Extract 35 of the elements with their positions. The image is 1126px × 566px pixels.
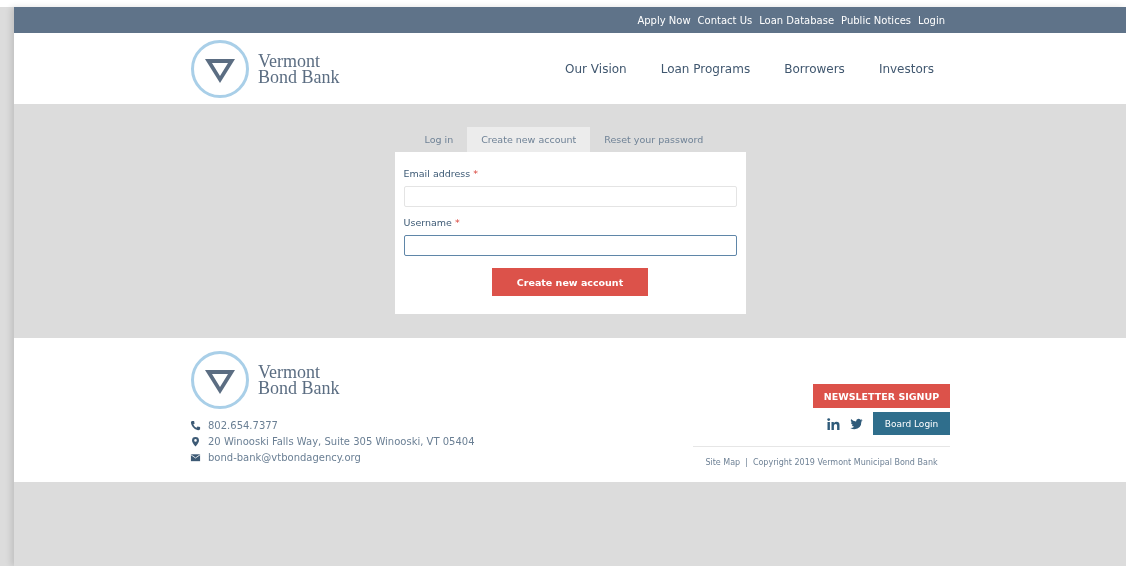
field-label: Email address	[403, 168, 471, 179]
nav-link[interactable]: Borrowers	[784, 61, 845, 76]
copyright-text: Copyright 2019 Vermont Municipal Bond Bank	[752, 458, 938, 467]
input-field[interactable]	[403, 235, 737, 256]
top-link[interactable]: Login	[918, 14, 945, 26]
contact-text: 802.654.7377	[208, 420, 278, 431]
newsletter-button[interactable]: NEWSLETTER SIGNUP	[813, 384, 950, 408]
top-link[interactable]: Apply Now	[637, 14, 691, 26]
required-mark: *	[473, 168, 478, 179]
logo-text: Vermont Bond Bank	[258, 52, 341, 85]
submit-button[interactable]: Create new account	[492, 268, 648, 296]
board-login-button[interactable]: Board Login	[873, 412, 950, 435]
logo-text: Vermont Bond Bank	[258, 364, 341, 396]
bird-icon[interactable]	[850, 417, 863, 430]
phone-icon	[190, 420, 201, 431]
nav-link[interactable]: Investors	[878, 61, 934, 76]
contact-text: bond-bank@vtbondagency.org	[208, 452, 361, 463]
logo-icon	[190, 350, 250, 410]
tab[interactable]: Create new account	[467, 127, 591, 152]
site-map-link[interactable]: Site Map	[705, 458, 741, 467]
nav-link[interactable]: Loan Programs	[660, 61, 751, 76]
top-link[interactable]: Contact Us	[697, 14, 753, 26]
nav-link[interactable]: Our Vision	[565, 61, 627, 76]
separator-text: |	[745, 458, 748, 467]
top-link[interactable]: Loan Database	[759, 14, 835, 26]
map-pin-icon	[190, 436, 201, 447]
tab[interactable]: Reset your password	[590, 127, 718, 152]
linkedin-icon[interactable]	[827, 417, 840, 430]
envelope-icon	[190, 452, 201, 463]
logo-icon	[190, 38, 250, 99]
required-mark: *	[454, 217, 460, 228]
field-label: Username	[403, 217, 452, 228]
contact-text: 20 Winooski Falls Way, Suite 305 Winooski, VT 05404	[208, 436, 475, 447]
top-link[interactable]: Public Notices	[841, 14, 911, 26]
tab[interactable]: Log in	[410, 127, 468, 152]
